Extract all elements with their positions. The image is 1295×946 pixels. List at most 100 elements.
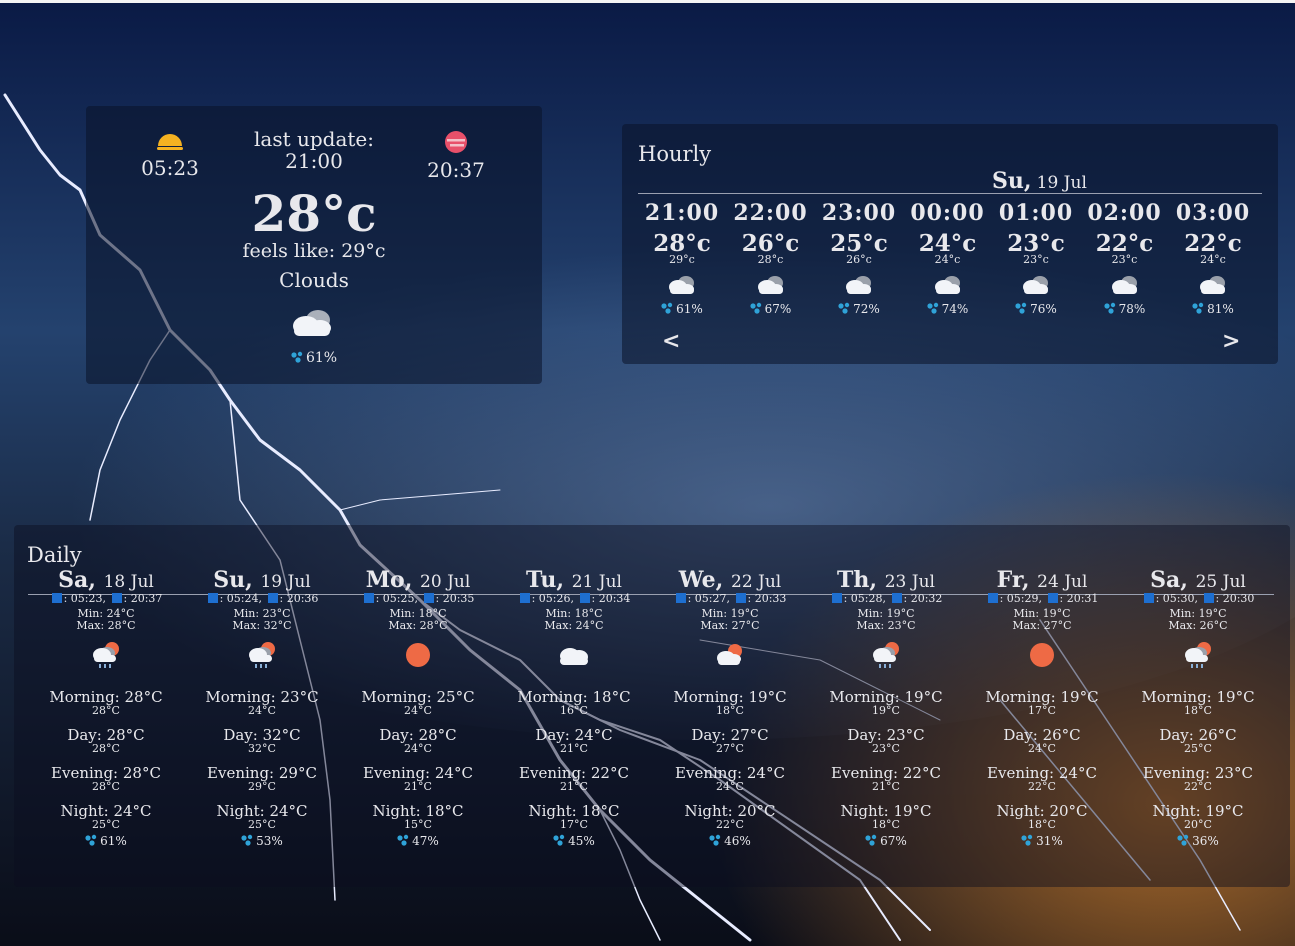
day-humidity-value: 67% — [880, 834, 907, 848]
day-morning-feels: 18°C — [716, 704, 744, 717]
day-name: Fr, — [996, 567, 1030, 593]
day-max: Max: 23°C — [856, 619, 916, 632]
day-night-feels: 17°C — [560, 818, 588, 831]
day-morning-feels: 18°C — [1184, 704, 1212, 717]
hourly-panel: Hourly Su, 19 Jul 21:00 28°c 29°c 61% 22:00 2… — [622, 124, 1278, 364]
humidity-icon — [838, 302, 850, 314]
day-max: Max: 24°C — [544, 619, 604, 632]
day-night-feels: 18°C — [872, 818, 900, 831]
day-night-feels: 25°C — [92, 818, 120, 831]
day-evening: Evening: 22°C — [831, 764, 941, 782]
day-sun-times: : 05:30, : 20:30 — [1120, 592, 1276, 605]
day-humidity-value: 36% — [1192, 834, 1219, 848]
sunset-time: 20:37 — [427, 158, 485, 182]
last-update-label: last update: — [254, 127, 374, 151]
sunrise-arrow-icon — [831, 593, 842, 603]
humidity-icon — [750, 302, 761, 314]
day-date: 22 Jul — [731, 572, 782, 592]
day-humidity: 45% — [496, 834, 652, 848]
humidity-icon — [709, 834, 721, 846]
cloud-icon — [727, 274, 815, 296]
day-morning: Morning: 19°C — [1141, 688, 1255, 706]
day-morning-feels: 16°C — [560, 704, 588, 717]
day-evening: Evening: 23°C — [1143, 764, 1253, 782]
sun-icon — [964, 632, 1120, 678]
day-heading: Su, 19 Jul — [184, 567, 340, 593]
hour-humidity: 78% — [1081, 302, 1169, 316]
hour-humidity: 61% — [638, 302, 726, 316]
hour-column: 22:00 26°c 28°c 67% — [727, 200, 815, 316]
humidity-icon — [1021, 834, 1033, 846]
day-name: Sa, — [58, 567, 96, 593]
hour-time: 02:00 — [1087, 200, 1162, 226]
day-heading: Tu, 21 Jul — [496, 567, 652, 593]
daily-title: Daily — [27, 543, 82, 567]
day-evening: Evening: 24°C — [363, 764, 473, 782]
day-night: Night: 20°C — [996, 802, 1088, 820]
day-max: Max: 26°C — [1168, 619, 1228, 632]
hourly-day-label: Su, 19 Jul — [992, 168, 1087, 194]
hour-humidity-value: 61% — [676, 302, 703, 316]
day-night: Night: 20°C — [684, 802, 776, 820]
day-heading: Fr, 24 Jul — [964, 567, 1120, 593]
day-evening: Evening: 24°C — [675, 764, 785, 782]
hour-time: 21:00 — [644, 200, 720, 226]
hour-feels-like: 23°c — [1023, 253, 1049, 266]
day-sunrise: : 05:26, — [531, 592, 574, 605]
hour-humidity-value: 81% — [1207, 302, 1234, 316]
day-evening: Evening: 28°C — [51, 764, 161, 782]
hour-humidity: 67% — [727, 302, 815, 316]
day-evening-feels: 22°C — [1184, 780, 1212, 793]
last-update-time: 21:00 — [285, 149, 343, 173]
rain-sun-icon — [184, 632, 340, 678]
hour-humidity-value: 74% — [941, 302, 969, 316]
sunset-arrow-icon — [1203, 593, 1214, 603]
day-max: Max: 28°C — [76, 619, 136, 632]
day-humidity: 53% — [184, 834, 340, 848]
feels-like: feels like: 29°c — [242, 240, 386, 262]
hour-humidity: 81% — [1169, 302, 1257, 316]
sunset-arrow-icon — [579, 593, 590, 603]
current-temperature: 28°c — [251, 184, 377, 243]
sunset-arrow-icon — [267, 593, 278, 603]
hour-column: 01:00 23°c 23°c 76% — [992, 200, 1080, 316]
hourly-day-date: 19 Jul — [1036, 173, 1087, 193]
day-morning: Morning: 19°C — [673, 688, 787, 706]
humidity-icon — [291, 351, 303, 363]
day-humidity-value: 31% — [1036, 834, 1063, 848]
hour-feels-like: 23°c — [1111, 253, 1138, 266]
day-daytime: Day: 26°C — [1003, 726, 1081, 744]
hourly-next-button[interactable]: > — [1222, 328, 1240, 354]
day-column: Su, 19 Jul: 05:24, : 20:36 Min: 23°C Max: … — [184, 567, 340, 848]
humidity-icon — [241, 834, 253, 846]
sunrise-icon — [157, 134, 183, 150]
day-date: 18 Jul — [103, 572, 154, 592]
humidity-icon — [1015, 302, 1027, 314]
day-column: Mo, 20 Jul: 05:25, : 20:35 Min: 18°C Max: … — [340, 567, 496, 848]
day-name: Sa, — [1150, 567, 1188, 593]
hour-feels-like: 29°c — [669, 253, 695, 266]
hour-column: 21:00 28°c 29°c 61% — [638, 200, 726, 316]
day-night: Night: 18°C — [372, 802, 464, 820]
hour-time: 01:00 — [998, 200, 1074, 226]
hour-humidity: 74% — [904, 302, 992, 316]
sunset-arrow-icon — [111, 593, 122, 603]
day-name: Su, — [213, 567, 253, 593]
day-morning-feels: 24°C — [248, 704, 276, 717]
day-morning-feels: 28°C — [92, 704, 120, 717]
sunset-arrow-icon — [735, 593, 746, 603]
sunrise-arrow-icon — [51, 593, 62, 603]
day-name: Tu, — [526, 567, 565, 593]
humidity-icon — [865, 834, 877, 846]
hourly-prev-button[interactable]: < — [662, 328, 680, 354]
day-night: Night: 19°C — [840, 802, 932, 820]
humidity-icon — [1192, 302, 1204, 314]
day-morning: Morning: 18°C — [517, 688, 631, 706]
hour-humidity: 76% — [992, 302, 1080, 316]
sunrise-arrow-icon — [519, 593, 530, 603]
humidity-icon — [397, 834, 409, 846]
day-max: Max: 27°C — [1012, 619, 1072, 632]
hour-humidity-value: 76% — [1030, 302, 1057, 316]
day-sunrise: : 05:27, — [687, 592, 730, 605]
day-name: Th, — [837, 567, 878, 593]
